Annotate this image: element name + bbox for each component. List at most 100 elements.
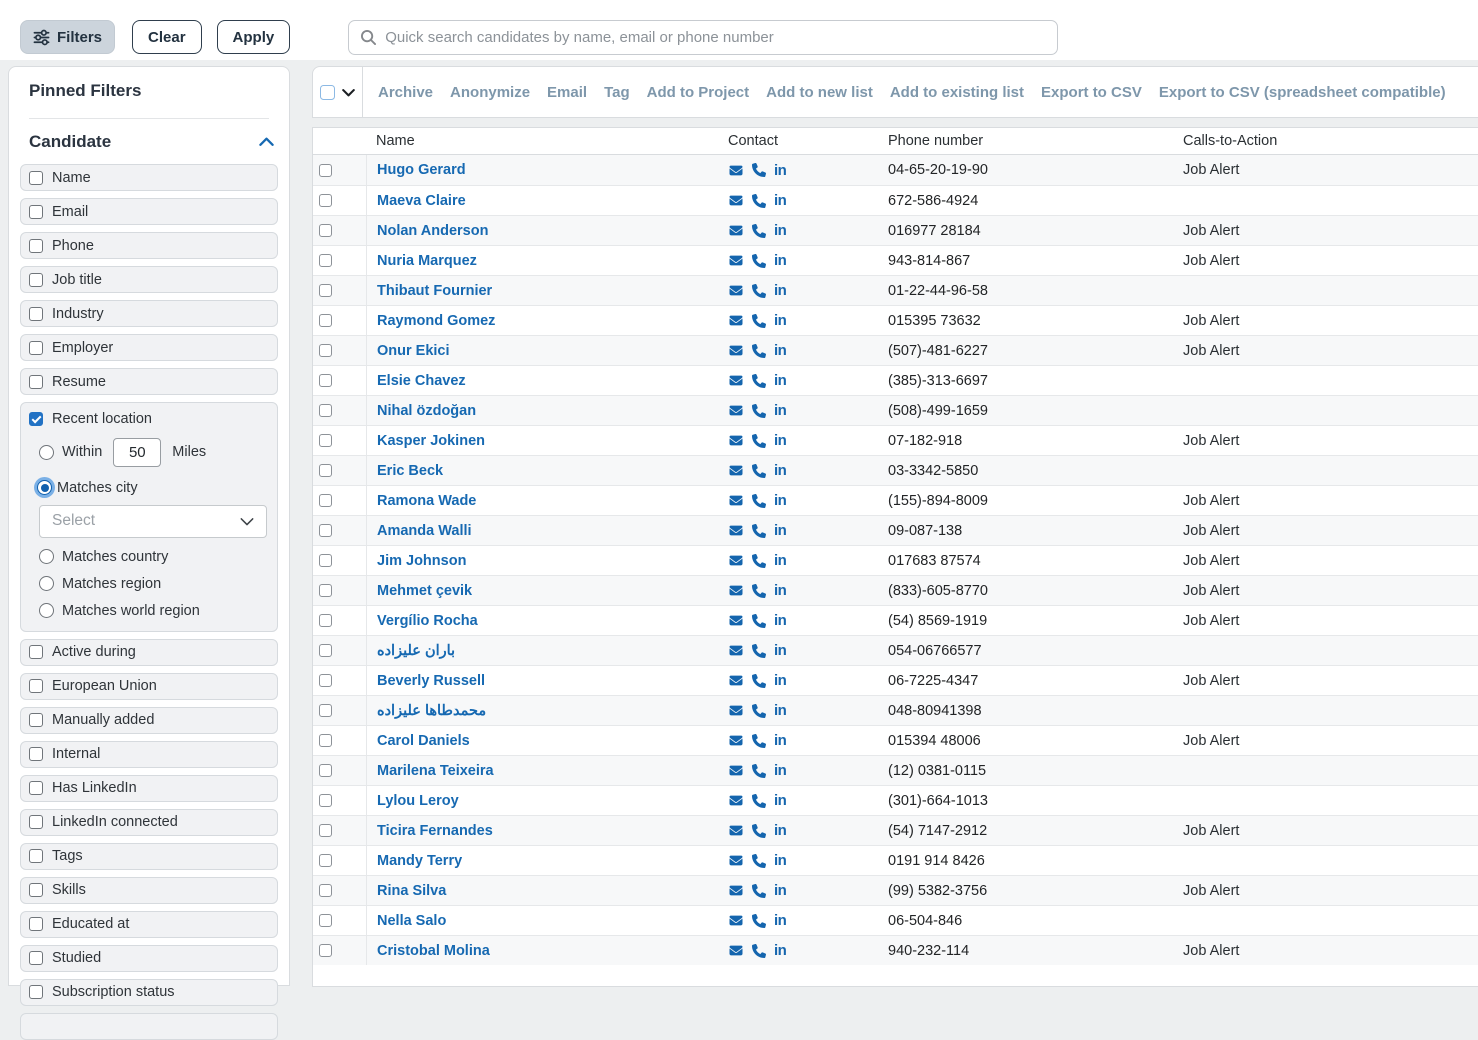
filter-checkbox[interactable] [29,341,43,355]
candidate-name-link[interactable]: Amanda Walli [377,523,472,539]
candidate-name-link[interactable]: Vergílio Rocha [377,613,478,629]
linkedin-icon[interactable]: in [774,672,786,689]
row-checkbox[interactable] [319,494,332,507]
apply-button[interactable]: Apply [217,20,291,54]
email-icon[interactable] [728,464,744,477]
matches-city-radio[interactable] [37,480,52,495]
email-icon[interactable] [728,854,744,867]
action-export-to-csv[interactable]: Export to CSV [1041,84,1142,101]
email-icon[interactable] [728,824,744,837]
filter-item-phone[interactable]: Phone [20,232,278,259]
linkedin-icon[interactable]: in [774,222,786,239]
email-icon[interactable] [728,374,744,387]
filter-item-manually-added[interactable]: Manually added [20,707,278,734]
filter-checkbox[interactable] [29,205,43,219]
phone-icon[interactable] [752,854,766,868]
email-icon[interactable] [728,794,744,807]
email-icon[interactable] [728,644,744,657]
filter-checkbox[interactable] [29,815,43,829]
email-icon[interactable] [728,194,744,207]
email-icon[interactable] [728,914,744,927]
phone-icon[interactable] [752,163,766,177]
email-icon[interactable] [728,434,744,447]
action-add-to-project[interactable]: Add to Project [647,84,750,101]
linkedin-icon[interactable]: in [774,492,786,509]
linkedin-icon[interactable]: in [774,912,786,929]
filter-checkbox[interactable] [29,883,43,897]
filter-item-subscription-status[interactable]: Subscription status [20,979,278,1006]
candidate-name-link[interactable]: Nuria Marquez [377,253,477,269]
location-match-radio[interactable] [39,549,54,564]
phone-icon[interactable] [752,464,766,478]
row-checkbox[interactable] [319,374,332,387]
row-checkbox[interactable] [319,344,332,357]
email-icon[interactable] [728,164,744,177]
action-add-to-new-list[interactable]: Add to new list [766,84,873,101]
email-icon[interactable] [728,404,744,417]
filter-checkbox[interactable] [29,679,43,693]
row-checkbox[interactable] [319,734,332,747]
phone-icon[interactable] [752,674,766,688]
candidate-name-link[interactable]: Maeva Claire [377,193,466,209]
row-checkbox[interactable] [319,524,332,537]
phone-icon[interactable] [752,914,766,928]
row-checkbox[interactable] [319,824,332,837]
filter-item-active-during[interactable]: Active during [20,639,278,666]
candidate-name-link[interactable]: Nella Salo [377,913,446,929]
filter-item-email[interactable]: Email [20,198,278,225]
phone-icon[interactable] [752,374,766,388]
phone-icon[interactable] [752,884,766,898]
candidate-name-link[interactable]: Mandy Terry [377,853,462,869]
clear-button[interactable]: Clear [132,20,202,54]
filter-checkbox[interactable] [29,171,43,185]
filter-item-resume[interactable]: Resume [20,368,278,395]
filter-item-skills[interactable]: Skills [20,877,278,904]
email-icon[interactable] [728,704,744,717]
phone-icon[interactable] [752,524,766,538]
action-tag[interactable]: Tag [604,84,630,101]
candidate-name-link[interactable]: Elsie Chavez [377,373,466,389]
candidate-name-link[interactable]: Mehmet çevik [377,583,472,599]
row-checkbox[interactable] [319,254,332,267]
candidate-name-link[interactable]: Onur Ekici [377,343,450,359]
phone-icon[interactable] [752,794,766,808]
candidate-name-link[interactable]: Carol Daniels [377,733,470,749]
linkedin-icon[interactable]: in [774,942,786,959]
phone-icon[interactable] [752,584,766,598]
linkedin-icon[interactable]: in [774,522,786,539]
row-checkbox[interactable] [319,884,332,897]
email-icon[interactable] [728,284,744,297]
email-icon[interactable] [728,944,744,957]
candidate-name-link[interactable]: Nolan Anderson [377,223,488,239]
miles-input[interactable] [113,438,161,467]
email-icon[interactable] [728,614,744,627]
filter-checkbox[interactable] [29,951,43,965]
filter-item-linkedin-connected[interactable]: LinkedIn connected [20,809,278,836]
row-checkbox[interactable] [319,464,332,477]
email-icon[interactable] [728,884,744,897]
email-icon[interactable] [728,554,744,567]
candidate-name-link[interactable]: Lylou Leroy [377,793,459,809]
action-anonymize[interactable]: Anonymize [450,84,530,101]
row-checkbox[interactable] [319,404,332,417]
filter-checkbox[interactable] [29,917,43,931]
email-icon[interactable] [728,494,744,507]
action-export-to-csv-spreadsheet-compatible-[interactable]: Export to CSV (spreadsheet compatible) [1159,84,1446,101]
filter-item-job-title[interactable]: Job title [20,266,278,293]
email-icon[interactable] [728,584,744,597]
email-icon[interactable] [728,524,744,537]
email-icon[interactable] [728,344,744,357]
row-checkbox[interactable] [319,794,332,807]
candidate-name-link[interactable]: باران علیزاده [377,643,455,659]
linkedin-icon[interactable]: in [774,822,786,839]
action-email[interactable]: Email [547,84,587,101]
row-checkbox[interactable] [319,434,332,447]
phone-icon[interactable] [752,404,766,418]
phone-icon[interactable] [752,704,766,718]
city-select[interactable]: Select [39,505,267,538]
phone-icon[interactable] [752,764,766,778]
email-icon[interactable] [728,314,744,327]
row-checkbox[interactable] [319,704,332,717]
linkedin-icon[interactable]: in [774,402,786,419]
linkedin-icon[interactable]: in [774,552,786,569]
